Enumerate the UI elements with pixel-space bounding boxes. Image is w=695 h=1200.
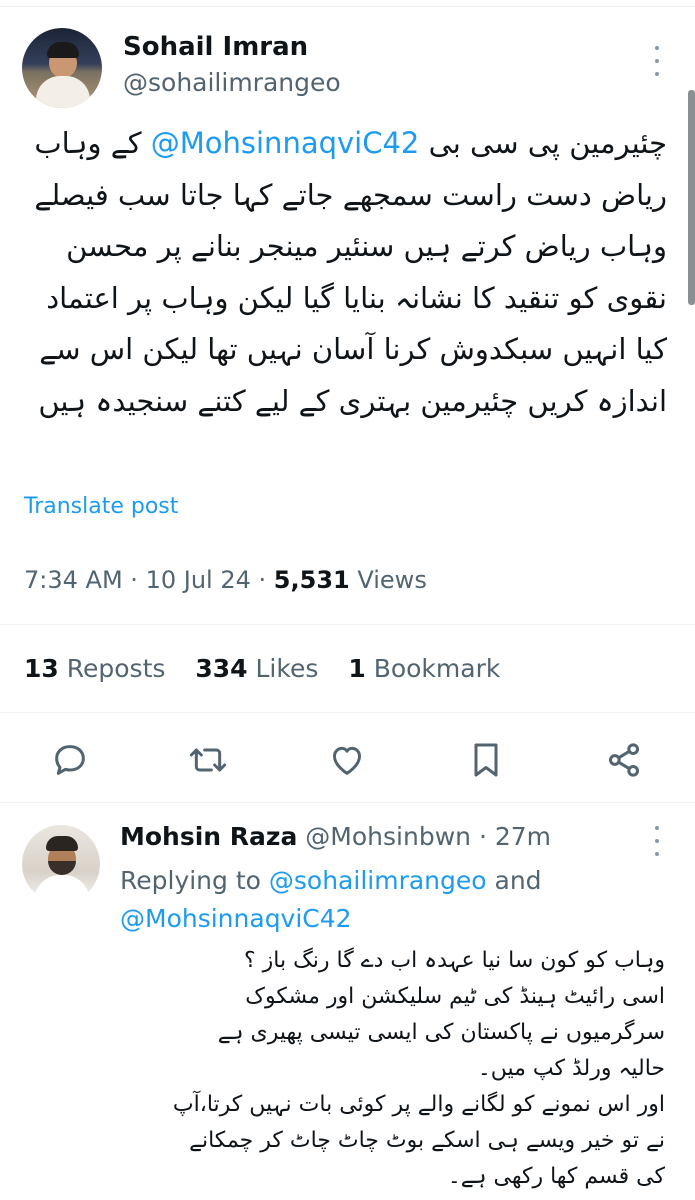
reply-line: سرگرمیوں نے پاکستان کی ایسی تیسی پھیری ہ…	[217, 1020, 665, 1045]
like-button[interactable]	[327, 740, 367, 780]
post-date[interactable]: 10 Jul 24	[146, 566, 251, 594]
reply-header: Mohsin Raza @Mohsinbwn · 27m	[120, 822, 551, 851]
share-icon	[609, 743, 639, 777]
divider	[0, 802, 695, 803]
reply-button[interactable]	[50, 740, 90, 780]
reposts-stat[interactable]: 13 Reposts	[24, 654, 165, 683]
bookmarks-count: 1	[348, 654, 366, 683]
reply-line: اسی رائیٹ ہینڈ کی ٹیم سلیکشن اور مشکوک	[245, 984, 665, 1009]
more-options-icon[interactable]	[650, 826, 664, 856]
replying-and: and	[486, 866, 542, 895]
more-options-icon[interactable]	[650, 46, 664, 76]
avatar[interactable]	[22, 28, 102, 108]
post-meta: 7:34 AM · 10 Jul 24 · 5,531 Views	[24, 566, 427, 594]
reply-line: کی قسم کھا رکھی ہے۔	[447, 1164, 665, 1189]
translate-post-link[interactable]: Translate post	[24, 494, 178, 519]
reply-line: نے تو خیر ویسے ہی اسکے بوٹ چاٹ چاٹ کر چم…	[189, 1128, 665, 1153]
replying-mention[interactable]: @sohailimrangeo	[269, 866, 487, 895]
replying-to: Replying to @sohailimrangeo and @Mohsinna…	[120, 862, 640, 938]
author-handle[interactable]: @sohailimrangeo	[123, 68, 341, 97]
meta-separator: ·	[258, 566, 267, 594]
reposts-label: Reposts	[66, 654, 166, 683]
reply-author-name[interactable]: Mohsin Raza	[120, 822, 297, 851]
top-border	[0, 0, 695, 7]
bookmark-icon	[474, 743, 498, 777]
author-name[interactable]: Sohail Imran	[123, 32, 308, 62]
divider	[0, 624, 695, 625]
reposts-count: 13	[24, 654, 59, 683]
scrollbar[interactable]	[688, 90, 695, 305]
post-time[interactable]: 7:34 AM	[24, 566, 123, 594]
likes-stat[interactable]: 334 Likes	[195, 654, 318, 683]
avatar[interactable]	[22, 825, 100, 903]
bookmarks-stat[interactable]: 1 Bookmark	[348, 654, 500, 683]
tweet-text-start: چئیرمین پی سی بی	[419, 126, 667, 160]
engagement-stats: 13 Reposts 334 Likes 1 Bookmark	[24, 654, 522, 683]
replying-prefix: Replying to	[120, 866, 269, 895]
like-icon	[333, 746, 361, 775]
reply-line: وہاب کو کون سا نیا عہدہ اب دے گا رنگ باز…	[244, 948, 665, 973]
likes-count: 334	[195, 654, 248, 683]
divider	[0, 712, 695, 713]
repost-button[interactable]	[188, 740, 228, 780]
reply-text: وہاب کو کون سا نیا عہدہ اب دے گا رنگ باز…	[120, 943, 665, 1195]
share-button[interactable]	[604, 740, 644, 780]
reply-line: اور اس نمونے کو لگانے والے پر کوئی بات ن…	[172, 1092, 665, 1117]
views-count: 5,531	[273, 566, 350, 594]
meta-separator: ·	[130, 566, 138, 594]
bookmark-button[interactable]	[466, 740, 506, 780]
bookmarks-label: Bookmark	[373, 654, 501, 683]
replying-mention[interactable]: @MohsinnaqviC42	[120, 904, 352, 933]
mention-link[interactable]: @MohsinnaqviC42	[151, 126, 420, 160]
reply-icon	[55, 745, 85, 775]
reply-author-handle[interactable]: @Mohsinbwn	[305, 822, 471, 851]
views-label: Views	[357, 566, 427, 594]
tweet-text-rest: کے وہاب ریاض دست راست سمجھے جاتے کہا جات…	[34, 126, 667, 418]
repost-icon	[189, 748, 227, 772]
reply-line: حالیہ ورلڈ کپ میں۔	[477, 1056, 665, 1081]
likes-label: Likes	[255, 654, 319, 683]
meta-separator: ·	[478, 822, 487, 851]
reply-time[interactable]: 27m	[495, 822, 551, 851]
tweet-text: چئیرمین پی سی بی @MohsinnaqviC42 کے وہاب…	[22, 118, 667, 427]
